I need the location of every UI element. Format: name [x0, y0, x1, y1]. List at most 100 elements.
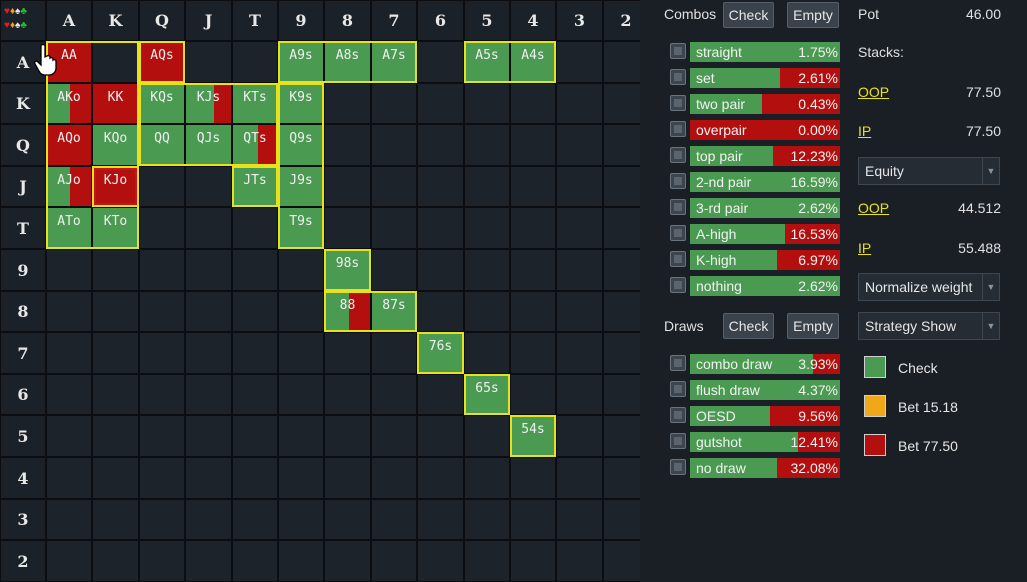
- draw-row[interactable]: flush draw 4.37%: [670, 380, 842, 400]
- grid-cell[interactable]: [92, 249, 139, 291]
- combo-row[interactable]: 3-rd pair 2.62%: [670, 198, 842, 218]
- grid-cell[interactable]: [278, 291, 324, 332]
- grid-cell[interactable]: [185, 207, 232, 249]
- grid-cell[interactable]: [417, 499, 464, 540]
- oop-stack-link[interactable]: OOP: [858, 84, 889, 100]
- grid-cell[interactable]: [464, 499, 510, 540]
- draws-empty-button[interactable]: Empty: [787, 313, 839, 339]
- combo-row[interactable]: straight 1.75%: [670, 42, 842, 62]
- grid-cell[interactable]: [46, 499, 92, 540]
- grid-cell[interactable]: [278, 499, 324, 540]
- grid-cell[interactable]: [324, 374, 371, 415]
- draw-row[interactable]: combo draw 3.93%: [670, 354, 842, 374]
- row-header-3[interactable]: 3: [0, 499, 46, 540]
- grid-cell[interactable]: [232, 374, 278, 415]
- grid-cell[interactable]: AJo: [46, 166, 92, 207]
- grid-cell[interactable]: 88: [324, 291, 371, 332]
- col-header-8[interactable]: 8: [324, 0, 371, 41]
- combo-row[interactable]: two pair 0.43%: [670, 94, 842, 114]
- row-header-t[interactable]: T: [0, 207, 46, 249]
- combo-row[interactable]: top pair 12.23%: [670, 146, 842, 166]
- grid-cell[interactable]: QTs: [232, 124, 278, 166]
- ip-equity-link[interactable]: IP: [858, 240, 871, 256]
- col-header-9[interactable]: 9: [278, 0, 324, 41]
- combo-checkbox[interactable]: [670, 43, 686, 59]
- grid-cell[interactable]: [371, 415, 417, 457]
- col-header-k[interactable]: K: [92, 0, 139, 41]
- combo-row[interactable]: 2-nd pair 16.59%: [670, 172, 842, 192]
- grid-cell[interactable]: [417, 249, 464, 291]
- grid-cell[interactable]: [510, 83, 556, 124]
- combo-row[interactable]: set 2.61%: [670, 68, 842, 88]
- grid-cell[interactable]: [92, 499, 139, 540]
- combo-checkbox[interactable]: [670, 251, 686, 267]
- grid-cell[interactable]: [556, 415, 603, 457]
- col-header-5[interactable]: 5: [464, 0, 510, 41]
- grid-cell[interactable]: [185, 291, 232, 332]
- combo-checkbox[interactable]: [670, 69, 686, 85]
- col-header-a[interactable]: A: [46, 0, 92, 41]
- grid-cell[interactable]: [278, 540, 324, 582]
- grid-cell[interactable]: [278, 374, 324, 415]
- grid-cell[interactable]: [510, 457, 556, 499]
- grid-cell[interactable]: [464, 415, 510, 457]
- grid-cell[interactable]: [371, 249, 417, 291]
- grid-cell[interactable]: [46, 540, 92, 582]
- row-header-7[interactable]: 7: [0, 332, 46, 374]
- grid-cell[interactable]: A5s: [464, 41, 510, 83]
- grid-cell[interactable]: [556, 41, 603, 83]
- grid-cell[interactable]: KQo: [92, 124, 139, 166]
- grid-cell[interactable]: [510, 499, 556, 540]
- grid-cell[interactable]: [324, 499, 371, 540]
- grid-cell[interactable]: QQ: [139, 124, 185, 166]
- combo-row[interactable]: A-high 16.53%: [670, 224, 842, 244]
- draw-checkbox[interactable]: [670, 459, 686, 475]
- grid-cell[interactable]: [324, 332, 371, 374]
- grid-cell[interactable]: Q9s: [278, 124, 324, 166]
- grid-cell[interactable]: [510, 249, 556, 291]
- grid-cell[interactable]: [371, 124, 417, 166]
- grid-cell[interactable]: [510, 166, 556, 207]
- grid-cell[interactable]: [232, 291, 278, 332]
- grid-cell[interactable]: [417, 374, 464, 415]
- grid-cell[interactable]: [417, 540, 464, 582]
- grid-cell[interactable]: A9s: [278, 41, 324, 83]
- grid-cell[interactable]: 54s: [510, 415, 556, 457]
- grid-cell[interactable]: [139, 415, 185, 457]
- grid-cell[interactable]: [232, 540, 278, 582]
- grid-cell[interactable]: [464, 207, 510, 249]
- grid-cell[interactable]: [139, 499, 185, 540]
- grid-cell[interactable]: [464, 332, 510, 374]
- grid-cell[interactable]: A7s: [371, 41, 417, 83]
- grid-cell[interactable]: [464, 291, 510, 332]
- grid-cell[interactable]: [139, 249, 185, 291]
- normalize-select[interactable]: Normalize weight ▼: [858, 273, 1000, 301]
- grid-cell[interactable]: [556, 457, 603, 499]
- grid-cell[interactable]: [185, 249, 232, 291]
- row-header-5[interactable]: 5: [0, 415, 46, 457]
- grid-cell[interactable]: [232, 332, 278, 374]
- grid-cell[interactable]: [556, 374, 603, 415]
- combo-row[interactable]: nothing 2.62%: [670, 276, 842, 296]
- grid-cell[interactable]: [464, 457, 510, 499]
- grid-cell[interactable]: [139, 332, 185, 374]
- grid-cell[interactable]: [371, 166, 417, 207]
- col-header-4[interactable]: 4: [510, 0, 556, 41]
- strategy-select[interactable]: Strategy Show ▼: [858, 312, 1000, 340]
- grid-cell[interactable]: [417, 457, 464, 499]
- grid-cell[interactable]: AKo: [46, 83, 92, 124]
- grid-cell[interactable]: [46, 415, 92, 457]
- grid-cell[interactable]: [464, 166, 510, 207]
- grid-cell[interactable]: [185, 457, 232, 499]
- draw-row[interactable]: no draw 32.08%: [670, 458, 842, 478]
- grid-cell[interactable]: [185, 540, 232, 582]
- combos-empty-button[interactable]: Empty: [787, 2, 839, 28]
- combo-checkbox[interactable]: [670, 277, 686, 293]
- row-header-q[interactable]: Q: [0, 124, 46, 166]
- draw-checkbox[interactable]: [670, 381, 686, 397]
- combo-checkbox[interactable]: [670, 225, 686, 241]
- grid-cell[interactable]: [139, 291, 185, 332]
- grid-cell[interactable]: [278, 332, 324, 374]
- grid-cell[interactable]: [139, 374, 185, 415]
- draws-check-button[interactable]: Check: [723, 313, 774, 339]
